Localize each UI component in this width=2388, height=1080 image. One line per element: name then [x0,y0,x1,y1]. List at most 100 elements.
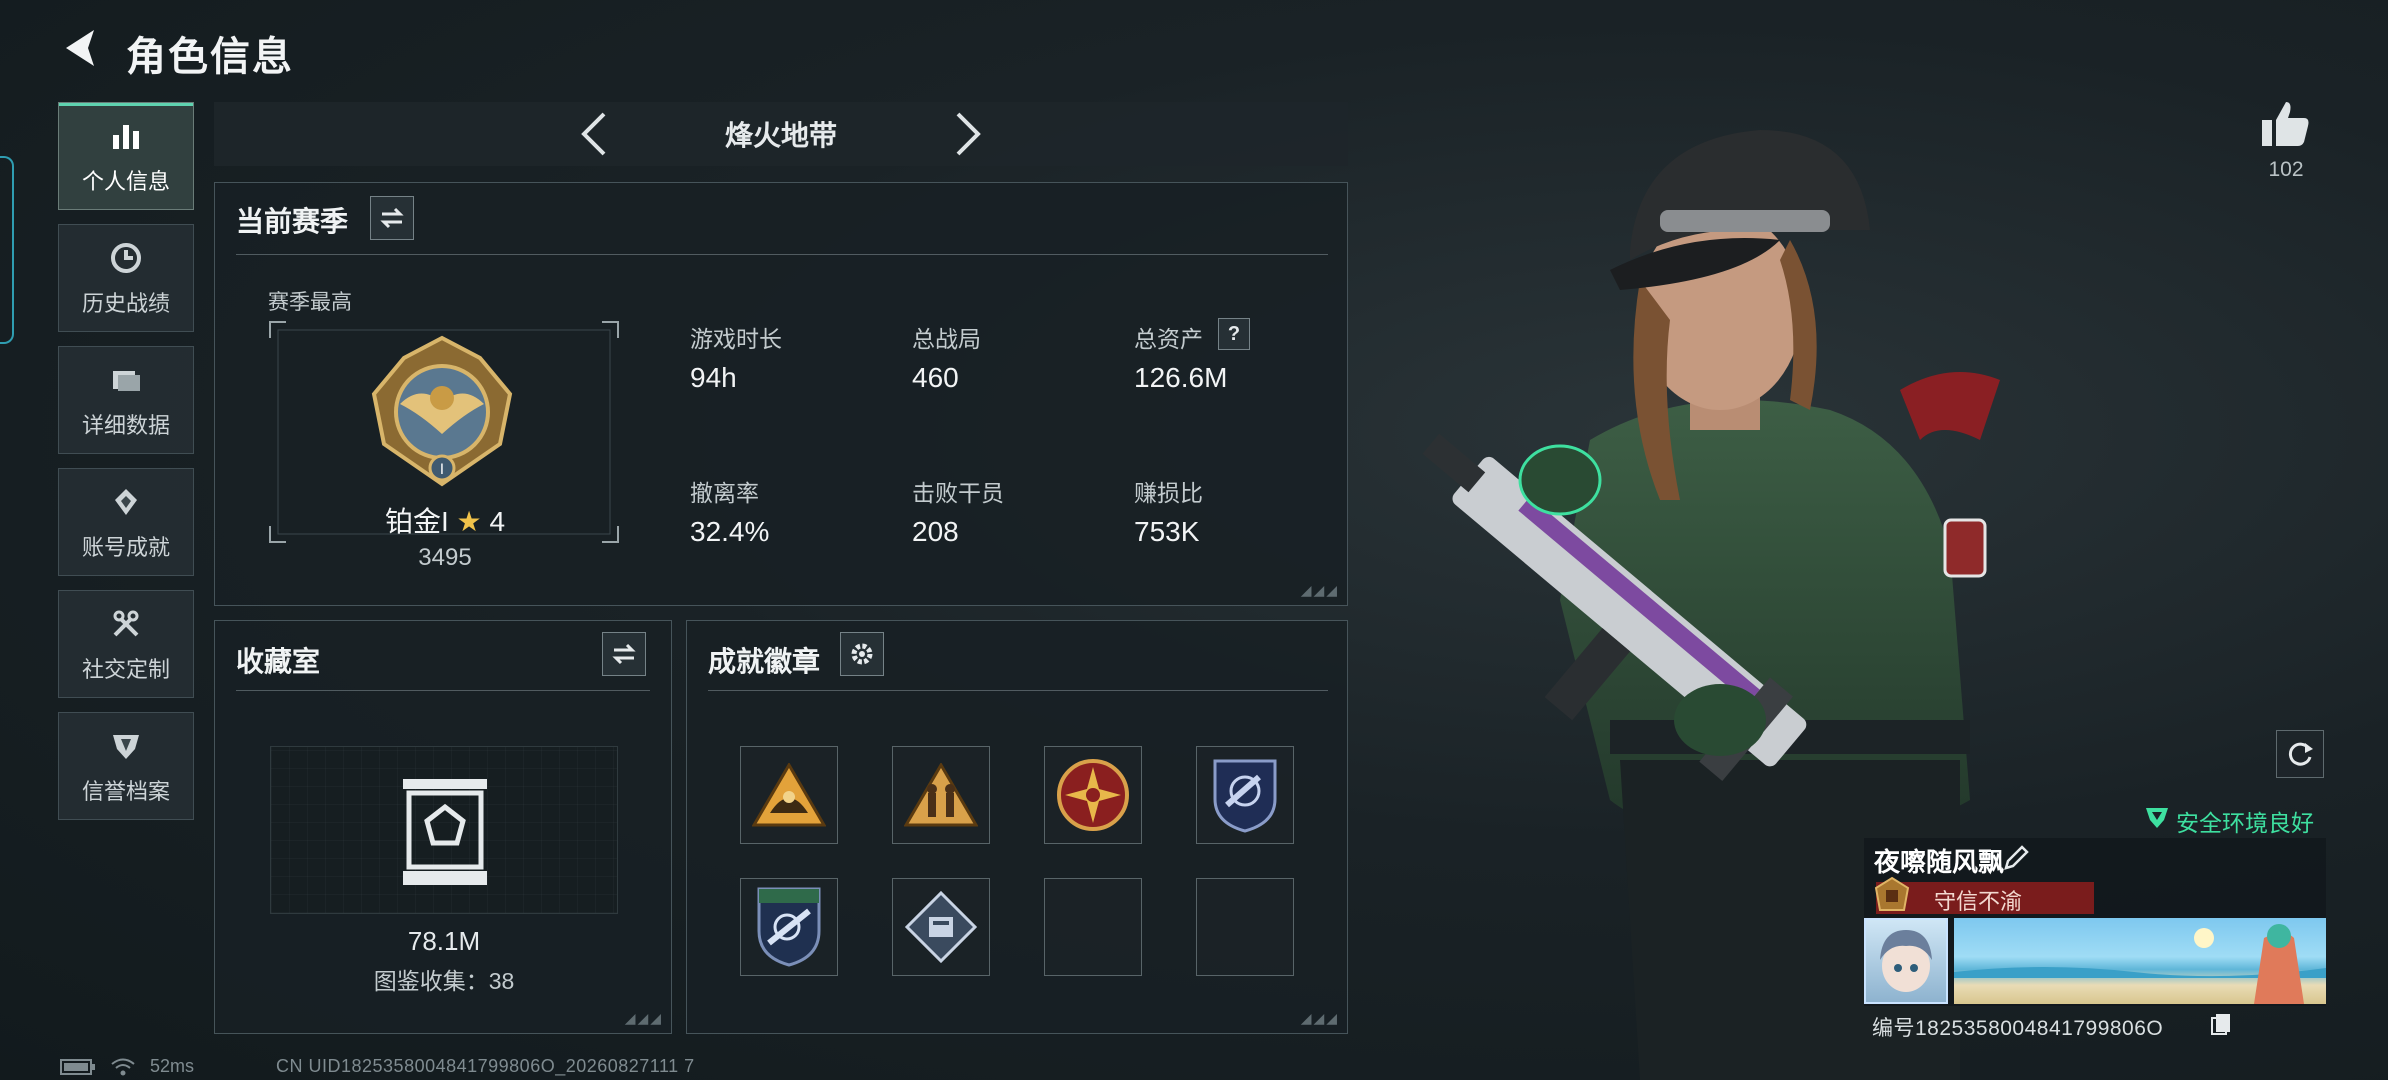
stat-label-playtime: 游戏时长 [690,326,782,352]
nav-item-personal-info[interactable]: 个人信息 [58,102,194,210]
stat-label-kills: 击败干员 [912,480,1004,506]
stat-value-playtime: 94h [690,362,737,393]
stat-value-extract-rate: 32.4% [690,516,770,547]
wifi-icon [111,1058,135,1075]
safe-shield-icon [2146,808,2168,828]
stat-label-profit-ratio: 赚损比 [1134,480,1203,506]
player-uid: 编号1825358004841799806O [1872,1017,2164,1040]
title-emblem-icon [1874,876,1910,911]
next-mode-button[interactable] [948,108,988,160]
rank-line: 铂金I ★ 4 [370,500,520,540]
help-button[interactable]: ? [1218,318,1250,350]
stat-value-total-assets: 126.6M [1134,362,1228,393]
beach-banner-art [1954,924,2326,1004]
nav-item-history[interactable]: 历史战绩 [58,224,194,332]
page-title: 角色信息 [126,35,294,79]
green-shield-badge-icon [757,887,821,967]
collection-preview[interactable] [270,746,618,914]
chevron-right-icon [956,112,981,156]
divider [236,690,650,691]
copy-icon [2211,1014,2230,1035]
collection-catalog-count: 图鉴收集：38 [373,968,515,994]
edit-name-button[interactable] [2002,844,2030,872]
player-title: 守信不渝 [1934,889,2023,914]
collection-title: 收藏室 [236,646,321,677]
battery-icon [60,1058,95,1075]
triangle-hill-badge-icon [752,763,826,827]
blue-shield-badge-icon [1213,759,1277,833]
nav-item-label: 信誉档案 [81,779,170,804]
nav-item-label: 社交定制 [81,657,170,682]
avatar[interactable] [1864,918,1948,1004]
collection-switch-button[interactable] [602,632,646,676]
back-button[interactable] [56,22,104,74]
divider [708,690,1328,691]
badge-slot[interactable] [740,746,838,844]
nav-item-label: 历史战绩 [81,291,170,316]
folder-icon [106,360,146,400]
clock-icon [106,238,146,278]
divider [236,254,1328,255]
badge-slot[interactable] [740,878,838,976]
star-icon: ★ [456,506,482,537]
ping-value: 52ms [150,1056,195,1076]
chevron-left-icon [581,112,606,156]
nav-item-label: 个人信息 [81,169,170,194]
badge-slot[interactable] [1196,746,1294,844]
collection-value: 78.1M [407,926,481,956]
stat-value-total-matches: 460 [912,362,959,393]
display-case-icon [403,779,487,885]
stat-label-total-matches: 总战局 [912,326,981,352]
triangle-figures-badge-icon [904,763,978,827]
nav-item-social-custom[interactable]: 社交定制 [58,590,194,698]
corner-decoration: ◢◢◢ [1300,582,1339,598]
status-bar: 52ms [60,1056,194,1077]
bar-chart-icon [106,116,146,156]
mode-title: 烽火地带 [724,120,837,151]
back-arrow-icon [66,30,94,66]
red-cross-emblem-badge-icon [1057,759,1129,831]
corner-decoration: ◢◢◢ [624,1010,663,1026]
status-uid: CN UID1825358004841799806O_20260827111 7 [276,1056,695,1076]
nav-item-achievements[interactable]: 账号成就 [58,468,194,576]
season-title: 当前赛季 [236,206,349,237]
season-best-label: 赛季最高 [268,291,352,314]
badge-slot-empty[interactable] [1044,878,1142,976]
previous-mode-button[interactable] [574,108,614,160]
side-drawer-handle[interactable] [0,156,14,344]
svg-text:I: I [440,462,444,478]
badges-settings-button[interactable] [840,632,884,676]
badge-slot[interactable] [892,878,990,976]
badge-slot[interactable] [892,746,990,844]
badge-slot-empty[interactable] [1196,878,1294,976]
corner-decoration: ◢◢◢ [1300,1010,1339,1026]
badges-title: 成就徽章 [708,646,821,677]
profile-banner[interactable] [1954,918,2326,1004]
avatar-portrait [1880,930,1932,992]
medal-icon [106,482,146,522]
safe-environment-status: 安全环境良好 [2176,810,2314,836]
stat-value-profit-ratio: 753K [1134,516,1200,547]
refresh-icon [2288,742,2313,766]
like-button[interactable] [2258,96,2314,152]
nav-item-credit-record[interactable]: 信誉档案 [58,712,194,820]
rank-score: 3495 [418,544,472,571]
rotate-model-button[interactable] [2276,730,2324,778]
copy-uid-button[interactable] [2210,1012,2232,1036]
switch-season-button[interactable] [370,196,414,240]
platinum-rank-emblem-icon: I [371,335,513,487]
swap-icon [380,207,404,229]
nav-item-detailed-data[interactable]: 详细数据 [58,346,194,454]
thumbs-up-icon [2262,102,2309,146]
rank-stars: 4 [489,506,506,537]
stat-label-extract-rate: 撤离率 [690,480,759,506]
diamond-crate-badge-icon [905,891,977,963]
gear-icon [851,643,873,665]
stat-label-total-assets: 总资产 [1134,326,1203,352]
shield-icon [106,726,146,766]
badge-slot[interactable] [1044,746,1142,844]
pencil-icon [2004,845,2029,870]
like-count: 102 [2268,158,2304,181]
stat-value-kills: 208 [912,516,959,547]
rank-name: 铂金I [384,506,449,537]
